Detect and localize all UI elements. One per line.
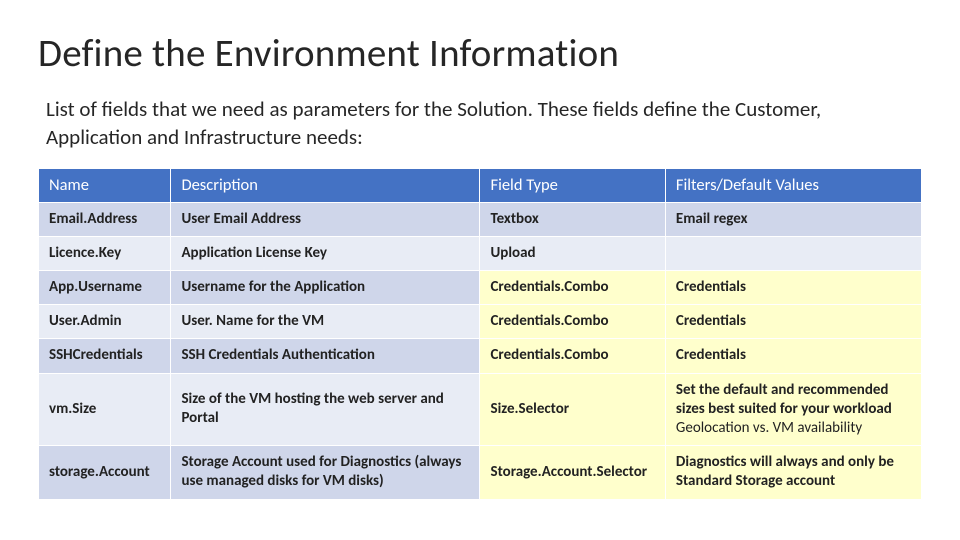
table-row: Licence.Key Application License Key Uplo… (39, 236, 922, 270)
cell-field-type: Storage.Account.Selector (480, 446, 665, 499)
cell-field-type: Credentials.Combo (480, 271, 665, 305)
cell-name: vm.Size (39, 373, 171, 446)
cell-filters: Set the default and recommended sizes be… (665, 373, 921, 446)
cell-filters: Credentials (665, 271, 921, 305)
table-row: vm.Size Size of the VM hosting the web s… (39, 373, 922, 446)
fields-table: Name Description Field Type Filters/Defa… (38, 168, 922, 500)
cell-filters (665, 236, 921, 270)
cell-name: User.Admin (39, 305, 171, 339)
cell-description: Storage Account used for Diagnostics (al… (171, 446, 480, 499)
table-row: User.Admin User. Name for the VM Credent… (39, 305, 922, 339)
cell-description: User. Name for the VM (171, 305, 480, 339)
cell-field-type: Credentials.Combo (480, 305, 665, 339)
cell-filters: Credentials (665, 339, 921, 373)
cell-filters: Diagnostics will always and only be Stan… (665, 446, 921, 499)
cell-name: Email.Address (39, 202, 171, 236)
cell-field-type: Size.Selector (480, 373, 665, 446)
slide-title: Define the Environment Information (38, 30, 922, 77)
cell-filters: Email regex (665, 202, 921, 236)
intro-text: List of fields that we need as parameter… (46, 95, 912, 152)
cell-description: Application License Key (171, 236, 480, 270)
cell-description: User Email Address (171, 202, 480, 236)
table-row: Email.Address User Email Address Textbox… (39, 202, 922, 236)
cell-filters-line-a: Set the default and recommended sizes be… (676, 381, 911, 419)
cell-filters-line-b: Geolocation vs. VM availability (676, 419, 911, 438)
table-row: App.Username Username for the Applicatio… (39, 271, 922, 305)
col-header-name: Name (39, 168, 171, 202)
col-header-description: Description (171, 168, 480, 202)
cell-name: Licence.Key (39, 236, 171, 270)
cell-filters: Credentials (665, 305, 921, 339)
cell-field-type: Textbox (480, 202, 665, 236)
cell-description: Size of the VM hosting the web server an… (171, 373, 480, 446)
cell-name: SSHCredentials (39, 339, 171, 373)
cell-name: App.Username (39, 271, 171, 305)
cell-description: SSH Credentials Authentication (171, 339, 480, 373)
col-header-field-type: Field Type (480, 168, 665, 202)
cell-field-type: Upload (480, 236, 665, 270)
table-header-row: Name Description Field Type Filters/Defa… (39, 168, 922, 202)
cell-name: storage.Account (39, 446, 171, 499)
slide: Define the Environment Information List … (0, 0, 960, 540)
table-row: SSHCredentials SSH Credentials Authentic… (39, 339, 922, 373)
cell-description: Username for the Application (171, 271, 480, 305)
cell-field-type: Credentials.Combo (480, 339, 665, 373)
table-row: storage.Account Storage Account used for… (39, 446, 922, 499)
col-header-filters: Filters/Default Values (665, 168, 921, 202)
